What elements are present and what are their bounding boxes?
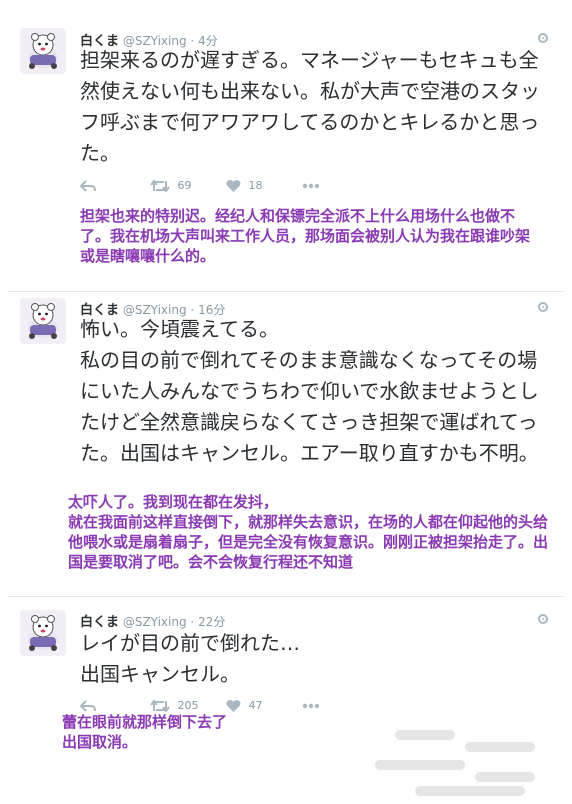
more-dots-icon [302,183,320,189]
translation-text: 担架也来的特别迟。经纪人和保镖完全派不上什么用场什么也做不了。我在机场大声叫来工… [80,207,531,265]
translation-text: 蕾在眼前就那样倒下去了 出国取消。 [62,713,228,751]
tweet-divider [8,596,564,597]
blurred-watermark [355,712,565,802]
retweet-count: 69 [177,179,192,192]
reply-icon [80,700,96,712]
cartoon-bear-avatar-icon[interactable] [20,298,66,344]
retweet-icon [150,699,170,713]
like-button[interactable]: 18 [226,177,263,195]
cartoon-bear-avatar-icon[interactable] [20,610,66,656]
tweet-text: 怖い。今頃震えてる。 私の目の前で倒れてそのまま意識なくなってその場にいた人みん… [80,317,539,465]
tweet-divider [8,291,564,292]
separator-dot: · [190,615,195,629]
more-dots-icon [302,703,320,709]
gear-icon[interactable] [538,302,548,312]
like-count: 18 [248,179,263,192]
more-button[interactable] [302,177,320,195]
tweet-actions: 69 18 [80,177,340,195]
reply-icon [80,180,96,192]
retweet-icon [150,179,170,193]
tweet-text: レイが目の前で倒れた… 出国キャンセル。 [80,631,300,686]
timestamp[interactable]: 22分 [198,615,225,629]
tweet-text: 担架来るのが遅すぎる。マネージャーもセキュも全然使えない何も出来ない。私が大声で… [80,48,540,165]
username[interactable]: @SZYixing [123,615,187,629]
cartoon-bear-avatar-icon[interactable] [20,28,66,74]
gear-icon[interactable] [538,33,548,43]
reply-button[interactable] [80,177,96,195]
heart-icon [226,180,241,192]
translation-text: 太吓人了。我到现在都在发抖， 就在我面前这样直接倒下，就那样失去意识，在场的人都… [68,493,549,571]
retweet-button[interactable]: 69 [150,177,192,195]
gear-icon[interactable] [538,614,548,624]
heart-icon [226,700,241,712]
